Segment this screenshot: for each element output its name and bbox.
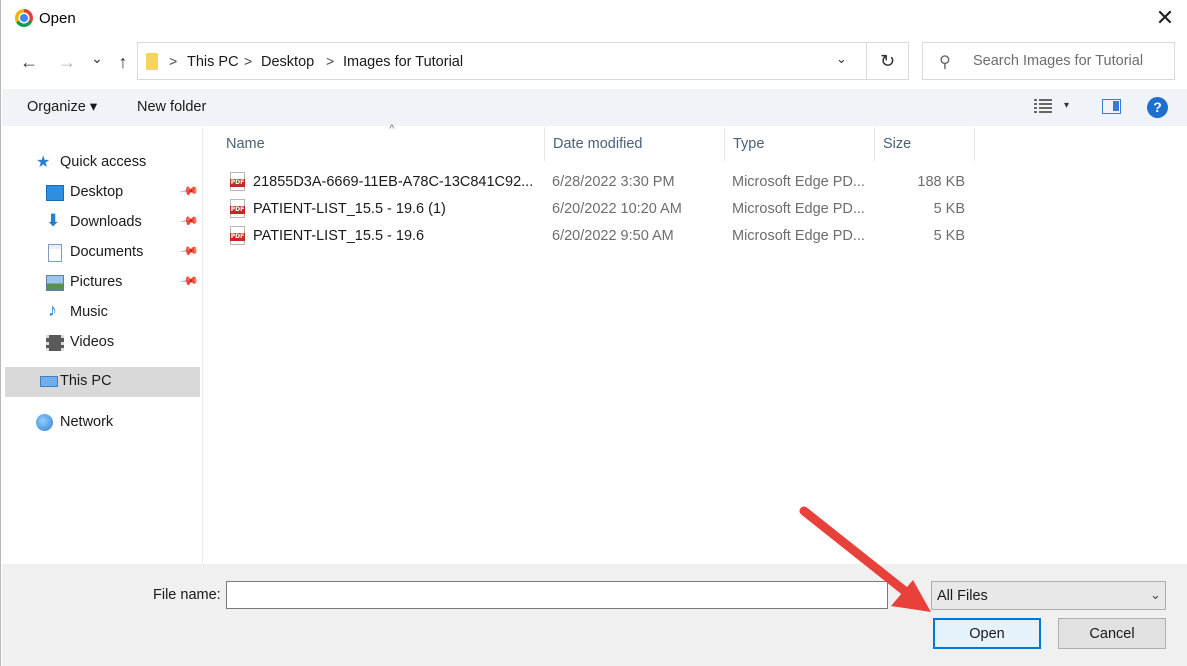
breadcrumb-separator: > (326, 53, 335, 69)
column-header-type[interactable]: Type (725, 127, 875, 161)
sidebar-item-this-pc[interactable]: This PC (5, 367, 200, 397)
dialog-footer (2, 564, 1187, 666)
column-header-label: Size (883, 136, 912, 152)
breadcrumb-desktop[interactable]: Desktop (261, 54, 314, 70)
recent-locations-chevron-icon[interactable]: ⌄ (85, 44, 109, 72)
file-row[interactable]: PATIENT-LIST_15.5 - 19.6 (1) 6/20/2022 1… (224, 196, 984, 223)
preview-pane-icon[interactable] (1102, 99, 1121, 114)
sidebar-item-desktop[interactable]: Desktop 📌 (5, 178, 200, 208)
folder-icon (146, 53, 158, 70)
column-header-name[interactable]: Name ^ (218, 123, 545, 161)
file-date-modified: 6/20/2022 10:20 AM (552, 201, 682, 217)
column-header-label: Date modified (553, 136, 643, 152)
pdf-file-icon (230, 226, 245, 245)
sidebar-item-label: Documents (70, 244, 144, 260)
file-name-label: File name: (153, 587, 221, 603)
sidebar-item-network[interactable]: Network (5, 408, 200, 438)
sidebar-item-documents[interactable]: Documents 📌 (5, 238, 200, 268)
file-row[interactable]: 21855D3A-6669-11EB-A78C-13C841C92... 6/2… (224, 169, 984, 196)
column-header-size[interactable]: Size (875, 127, 975, 161)
new-folder-button[interactable]: New folder (137, 99, 206, 115)
breadcrumb-this-pc[interactable]: This PC (187, 54, 239, 70)
pin-icon[interactable]: 📌 (179, 241, 199, 261)
file-size: 5 KB (933, 228, 965, 244)
file-date-modified: 6/20/2022 9:50 AM (552, 228, 674, 244)
close-icon[interactable]: ✕ (1151, 6, 1179, 32)
sidebar-item-pictures[interactable]: Pictures 📌 (5, 268, 200, 298)
column-header-date-modified[interactable]: Date modified (545, 127, 725, 161)
help-icon[interactable]: ? (1147, 97, 1168, 118)
dialog-title: Open (39, 10, 76, 27)
document-icon (48, 244, 62, 262)
download-arrow-icon: ⬇ (46, 211, 61, 230)
address-dropdown-chevron-icon[interactable]: ⌄ (836, 51, 847, 67)
open-file-dialog: Open ✕ ← → ⌄ ↑ > This PC > Desktop > Ima… (0, 0, 1187, 666)
search-box[interactable]: ⚲ (922, 42, 1175, 80)
cancel-button[interactable]: Cancel (1058, 618, 1166, 649)
pdf-file-icon (230, 172, 245, 191)
file-list[interactable]: Name ^ Date modified Type Size 21855D3A-… (204, 123, 1187, 563)
sidebar-item-label: Videos (70, 334, 115, 350)
file-row[interactable]: PATIENT-LIST_15.5 - 19.6 6/20/2022 9:50 … (224, 223, 984, 250)
view-options-chevron-icon[interactable]: ▾ (1064, 100, 1069, 111)
navigation-pane[interactable]: ★ Quick access Desktop 📌 ⬇ Downloads 📌 D… (5, 127, 203, 563)
forward-arrow-icon[interactable]: → (55, 48, 79, 76)
open-button[interactable]: Open (933, 618, 1041, 649)
pin-icon[interactable]: 📌 (179, 181, 199, 201)
sidebar-item-label: This PC (60, 373, 112, 389)
sidebar-item-videos[interactable]: Videos (5, 328, 200, 358)
column-header-label: Name (226, 136, 265, 152)
sidebar-item-label: Quick access (60, 154, 147, 170)
file-type: Microsoft Edge PD... (732, 174, 865, 190)
pin-icon[interactable]: 📌 (179, 271, 199, 291)
sort-ascending-icon: ^ (389, 123, 395, 135)
film-icon (46, 335, 64, 351)
sidebar-item-label: Downloads (70, 214, 142, 230)
view-details-icon[interactable] (1034, 99, 1052, 113)
chevron-down-icon: ⌄ (1150, 587, 1161, 602)
pictures-icon (46, 275, 64, 291)
file-size: 188 KB (917, 174, 965, 190)
up-arrow-icon[interactable]: ↑ (111, 48, 135, 76)
address-bar[interactable]: > This PC > Desktop > Images for Tutoria… (137, 42, 867, 80)
search-input[interactable] (969, 51, 1169, 71)
computer-icon (40, 376, 58, 387)
organize-button[interactable]: Organize ▾ (27, 99, 97, 115)
file-name: PATIENT-LIST_15.5 - 19.6 (1) (253, 201, 446, 217)
sidebar-item-music[interactable]: ♪ Music (5, 298, 200, 328)
file-type-filter-select[interactable]: All Files ⌄ (931, 581, 1166, 610)
file-type-filter-value: All Files (937, 588, 988, 604)
file-name: 21855D3A-6669-11EB-A78C-13C841C92... (253, 174, 534, 190)
file-size: 5 KB (933, 201, 965, 217)
music-note-icon: ♪ (48, 300, 57, 320)
desktop-folder-icon (46, 185, 64, 201)
breadcrumb-separator: > (244, 53, 253, 69)
file-date-modified: 6/28/2022 3:30 PM (552, 174, 675, 190)
sidebar-item-quick-access[interactable]: ★ Quick access (5, 148, 200, 178)
sidebar-item-label: Music (70, 304, 108, 320)
column-header-label: Type (733, 136, 765, 152)
pdf-file-icon (230, 199, 245, 218)
pin-icon[interactable]: 📌 (179, 211, 199, 231)
star-icon: ★ (36, 154, 51, 171)
refresh-icon[interactable]: ↻ (867, 42, 909, 80)
file-type: Microsoft Edge PD... (732, 201, 865, 217)
chrome-app-icon (15, 9, 33, 27)
file-name-input[interactable] (226, 581, 888, 609)
title-bar: Open ✕ (1, 0, 1187, 38)
sidebar-item-label: Desktop (70, 184, 124, 200)
breadcrumb-separator: > (169, 53, 178, 69)
back-arrow-icon[interactable]: ← (17, 48, 41, 76)
sidebar-item-label: Network (60, 414, 114, 430)
sidebar-item-downloads[interactable]: ⬇ Downloads 📌 (5, 208, 200, 238)
file-type: Microsoft Edge PD... (732, 228, 865, 244)
file-name: PATIENT-LIST_15.5 - 19.6 (253, 228, 425, 244)
network-icon (36, 414, 53, 431)
search-icon: ⚲ (939, 54, 951, 71)
command-bar: Organize ▾ New folder (2, 89, 1187, 126)
sidebar-item-label: Pictures (70, 274, 123, 290)
breadcrumb-images-for-tutorial[interactable]: Images for Tutorial (343, 54, 463, 70)
